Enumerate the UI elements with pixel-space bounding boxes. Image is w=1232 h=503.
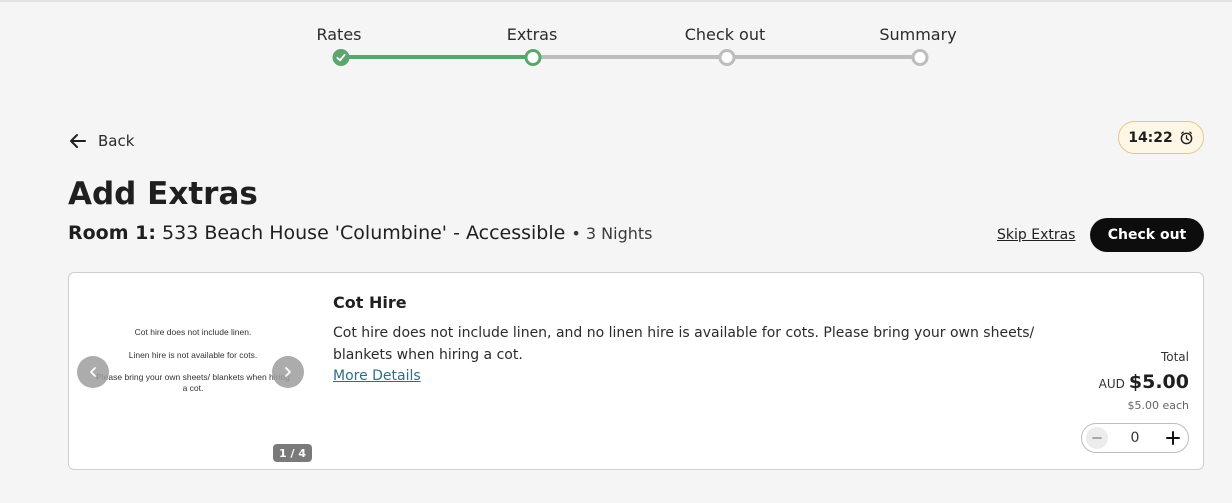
- step-dot-rates[interactable]: [332, 49, 350, 66]
- gallery-image-line: Cot hire does not include linen.: [134, 327, 252, 337]
- unit-price: $5.00 each: [1127, 399, 1189, 412]
- check-icon: [336, 53, 346, 62]
- decrease-quantity-button[interactable]: [1086, 427, 1108, 449]
- page-title: Add Extras: [68, 176, 258, 212]
- session-timer: 14:22: [1118, 121, 1204, 154]
- plus-icon: [1165, 431, 1180, 445]
- nights-count: • 3 Nights: [571, 224, 653, 243]
- increase-quantity-button[interactable]: [1162, 427, 1184, 449]
- more-details-link[interactable]: More Details: [333, 368, 421, 384]
- extra-card: Cot hire does not include linen. Linen h…: [68, 272, 1204, 470]
- timer-icon: [1180, 131, 1193, 145]
- step-label-summary: Summary: [879, 25, 957, 44]
- room-name: 533 Beach House 'Columbine' - Accessible: [162, 222, 566, 244]
- step-dot-extras: [524, 49, 542, 66]
- room-label: Room 1:: [68, 222, 156, 244]
- total-label: Total: [1160, 350, 1189, 364]
- gallery-counter: 1 / 4: [273, 444, 312, 462]
- progress-stepper: Rates Extras Check out Summary: [0, 0, 1232, 80]
- quantity-value[interactable]: 0: [1131, 430, 1140, 446]
- image-gallery: Cot hire does not include linen. Linen h…: [69, 273, 313, 469]
- gallery-image-line: Please bring your own sheets/ blankets w…: [96, 372, 290, 393]
- step-dot-checkout: [718, 49, 736, 66]
- quantity-stepper: 0: [1081, 423, 1189, 453]
- skip-extras-link[interactable]: Skip Extras: [997, 227, 1075, 243]
- step-dot-summary: [911, 49, 929, 66]
- currency-code: AUD: [1098, 377, 1125, 391]
- chevron-right-icon: [285, 367, 291, 377]
- total-price: $5.00: [1128, 371, 1189, 393]
- step-label-extras: Extras: [506, 25, 558, 44]
- timer-value: 14:22: [1128, 129, 1173, 146]
- gallery-prev-button[interactable]: [77, 356, 109, 388]
- extra-description: Cot hire does not include linen, and no …: [333, 325, 1035, 363]
- arrow-left-icon: [70, 134, 86, 148]
- gallery-next-button[interactable]: [272, 356, 304, 388]
- minus-icon: [1092, 437, 1102, 439]
- gallery-image-line: Linen hire is not available for cots.: [128, 349, 258, 360]
- room-summary: Room 1: 533 Beach House 'Columbine' - Ac…: [68, 222, 652, 244]
- stepper-line-done: [341, 55, 533, 59]
- price-row: AUD $5.00: [1099, 371, 1189, 393]
- checkout-button[interactable]: Check out: [1090, 218, 1204, 252]
- back-button[interactable]: Back: [68, 131, 134, 151]
- step-label-checkout: Check out: [684, 25, 766, 44]
- chevron-left-icon: [90, 367, 96, 377]
- step-label-rates: Rates: [316, 25, 362, 44]
- back-label: Back: [98, 132, 135, 150]
- extra-title: Cot Hire: [333, 293, 407, 312]
- gallery-image: Cot hire does not include linen. Linen h…: [93, 327, 293, 406]
